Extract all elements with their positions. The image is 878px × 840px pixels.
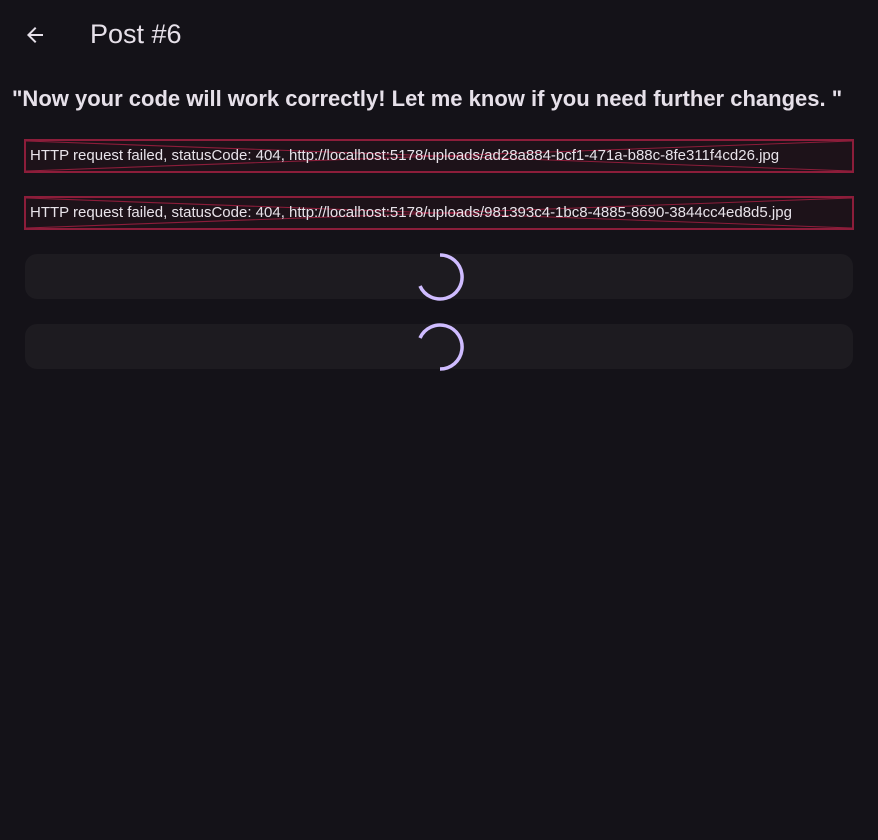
progress-spinner-icon — [418, 253, 464, 301]
app-bar: Post #6 — [0, 0, 878, 70]
post-detail-screen: Post #6 "Now your code will work correct… — [0, 0, 878, 840]
progress-spinner-icon — [418, 323, 464, 371]
image-error-box: HTTP request failed, statusCode: 404, ht… — [24, 139, 854, 173]
image-error-text: HTTP request failed, statusCode: 404, ht… — [30, 204, 792, 221]
back-button[interactable] — [15, 15, 55, 55]
post-body-text: "Now your code will work correctly! Let … — [12, 86, 843, 111]
arrow-back-icon — [27, 27, 43, 43]
image-error-box: HTTP request failed, statusCode: 404, ht… — [24, 196, 854, 230]
image-error-text: HTTP request failed, statusCode: 404, ht… — [30, 147, 780, 164]
page-title: Post #6 — [90, 19, 182, 49]
